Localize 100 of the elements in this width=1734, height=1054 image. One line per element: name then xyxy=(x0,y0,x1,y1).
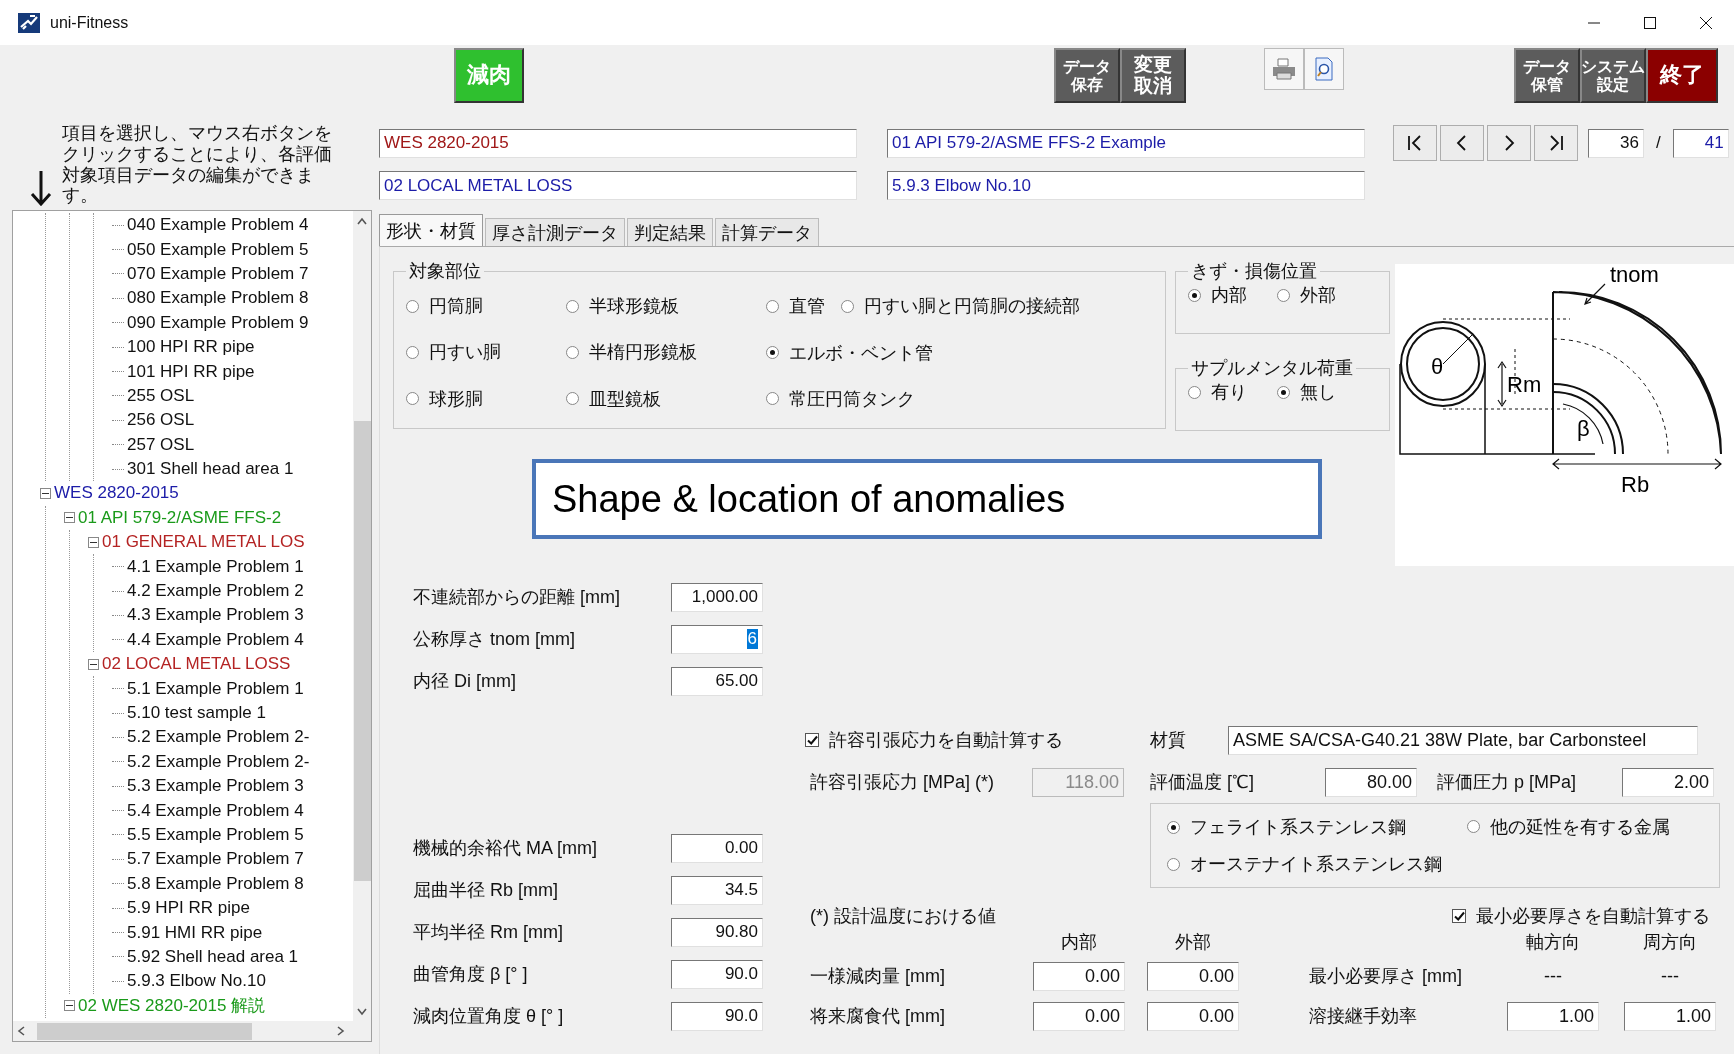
scrollbar-thumb[interactable] xyxy=(37,1022,252,1040)
tree-item[interactable]: 080 Example Problem 8 xyxy=(127,288,309,309)
print-button[interactable] xyxy=(1264,48,1304,90)
input-field[interactable]: 0.00 xyxy=(1147,961,1239,991)
tree-item[interactable]: 01 API 579-2/ASME FFS-2 xyxy=(78,507,282,528)
tree-item[interactable]: 5.91 HMI RR pipe xyxy=(127,922,263,943)
vertical-scrollbar[interactable] xyxy=(353,211,371,1021)
checkbox[interactable] xyxy=(1452,909,1466,923)
undo-button[interactable]: 変更 取消 xyxy=(1120,48,1186,103)
record-field[interactable]: 36 xyxy=(1588,128,1644,158)
tree-item[interactable]: 5.92 Shell head area 1 xyxy=(127,946,299,967)
input-field[interactable]: 1.00 xyxy=(1624,1001,1716,1031)
tree-item[interactable]: 5.2 Example Problem 2- xyxy=(127,751,310,772)
category-field[interactable]: 02 LOCAL METAL LOSS xyxy=(379,171,857,200)
input-field[interactable]: 90.0 xyxy=(671,959,763,989)
input-field[interactable]: 1.00 xyxy=(1507,1001,1599,1031)
tree-item[interactable]: 070 Example Problem 7 xyxy=(127,263,309,284)
tab[interactable]: 形状・材質 xyxy=(379,214,483,246)
scrollbar-thumb[interactable] xyxy=(353,421,371,881)
total-field[interactable]: 41 xyxy=(1672,128,1729,158)
radio-button[interactable] xyxy=(1188,385,1201,399)
radio-button[interactable] xyxy=(766,346,779,360)
nav-button[interactable] xyxy=(1487,125,1531,161)
close-icon[interactable] xyxy=(1699,15,1713,30)
input-field[interactable]: 0.00 xyxy=(1033,1001,1125,1031)
standard-field[interactable]: WES 2820-2015 xyxy=(379,128,857,158)
tree-item[interactable]: 5.7 Example Problem 7 xyxy=(127,849,304,870)
tree-item[interactable]: 02 WES 2820-2015 解説 xyxy=(78,994,266,1018)
radio-button[interactable] xyxy=(566,345,579,359)
radio-button[interactable] xyxy=(766,392,779,406)
collapse-toggle[interactable] xyxy=(88,536,99,548)
tree-item[interactable]: 4.3 Example Problem 3 xyxy=(127,605,304,626)
input-field[interactable]: 90.0 xyxy=(671,1001,763,1031)
input-field[interactable]: 0.00 xyxy=(1033,961,1125,991)
tree-item[interactable]: 257 OSL xyxy=(127,434,195,455)
case-field[interactable]: 5.9.3 Elbow No.10 xyxy=(887,171,1365,200)
tree-item[interactable]: 5.10 test sample 1 xyxy=(127,703,266,723)
tree-item[interactable]: 301 Shell head area 1 xyxy=(127,459,294,480)
toolbar-button[interactable]: 終了 xyxy=(1646,48,1718,103)
tree-item[interactable]: 4.2 Example Problem 2 xyxy=(127,581,304,602)
tree-item[interactable]: 5.3 Example Problem 3 xyxy=(127,776,304,797)
checkbox[interactable] xyxy=(805,733,819,747)
tree-item[interactable]: 4.4 Example Problem 4 xyxy=(127,629,304,650)
input-field[interactable]: 0.00 xyxy=(1147,1001,1239,1031)
example-set-field[interactable]: 01 API 579-2/ASME FFS-2 Example xyxy=(887,128,1365,158)
radio-button[interactable] xyxy=(406,299,419,313)
nav-button[interactable] xyxy=(1534,125,1578,161)
input-field[interactable]: 65.00 xyxy=(671,666,763,696)
tree-item[interactable]: 255 OSL xyxy=(127,385,195,406)
tree-item[interactable]: 5.1 Example Problem 1 xyxy=(127,678,304,699)
tree-item[interactable]: 5.5 Example Problem 5 xyxy=(127,824,304,845)
tree-item[interactable]: 5.2 Example Problem 2- xyxy=(127,727,310,748)
toolbar-button[interactable]: システム 設定 xyxy=(1580,48,1646,103)
tree-item[interactable]: 050 Example Problem 5 xyxy=(127,239,309,260)
toolbar-button[interactable]: データ 保管 xyxy=(1514,48,1580,103)
collapse-toggle[interactable] xyxy=(88,658,99,670)
radio-button[interactable] xyxy=(566,392,579,406)
radio-button[interactable] xyxy=(1467,820,1480,834)
radio-button[interactable] xyxy=(406,392,419,406)
input-field[interactable]: 80.00 xyxy=(1325,767,1417,797)
tree-item[interactable]: 5.9 HPI RR pipe xyxy=(127,898,250,919)
input-field[interactable]: 0.00 xyxy=(671,833,763,863)
save-button[interactable]: データ 保存 xyxy=(1054,48,1120,103)
tree-item[interactable]: 040 Example Problem 4 xyxy=(127,215,309,236)
radio-button[interactable] xyxy=(1188,288,1201,302)
material-field[interactable]: ASME SA/CSA-G40.21 38W Plate, bar Carbonsteel xyxy=(1228,725,1698,755)
input-field[interactable]: 1,000.00 xyxy=(671,582,763,612)
tree-item[interactable]: 5.4 Example Problem 4 xyxy=(127,800,304,821)
tree-item[interactable]: 4.1 Example Problem 1 xyxy=(127,556,304,577)
tab[interactable]: 厚さ計測データ xyxy=(485,218,625,246)
radio-button[interactable] xyxy=(766,299,779,313)
tree-item[interactable]: 5.8 Example Problem 8 xyxy=(127,873,304,894)
tree-item[interactable]: 100 HPI RR pipe xyxy=(127,337,255,358)
nav-button[interactable] xyxy=(1393,125,1437,161)
tab[interactable]: 判定結果 xyxy=(627,218,713,246)
preview-button[interactable] xyxy=(1304,48,1344,90)
radio-button[interactable] xyxy=(1167,857,1180,871)
input-field[interactable]: 2.00 xyxy=(1622,767,1714,797)
radio-button[interactable] xyxy=(1277,385,1290,399)
radio-button[interactable] xyxy=(1277,288,1290,302)
input-field[interactable]: 34.5 xyxy=(671,875,763,905)
tree-item[interactable]: 090 Example Problem 9 xyxy=(127,312,309,333)
collapse-toggle[interactable] xyxy=(64,512,75,524)
radio-button[interactable] xyxy=(1167,820,1180,834)
radio-button[interactable] xyxy=(841,299,854,313)
input-field[interactable]: 6 xyxy=(671,624,763,654)
maximize-icon[interactable] xyxy=(1643,15,1657,30)
radio-button[interactable] xyxy=(566,299,579,313)
tree-item[interactable]: 101 HPI RR pipe xyxy=(127,361,255,382)
tree-item[interactable]: 256 OSL xyxy=(127,410,195,431)
tree-item[interactable]: 01 GENERAL METAL LOS xyxy=(102,532,305,553)
horizontal-scrollbar[interactable] xyxy=(13,1021,371,1041)
radio-button[interactable] xyxy=(406,345,419,359)
nav-button[interactable] xyxy=(1440,125,1484,161)
collapse-toggle[interactable] xyxy=(64,1000,75,1012)
input-field[interactable]: 90.80 xyxy=(671,917,763,947)
tree-item[interactable]: 02 LOCAL METAL LOSS xyxy=(102,654,291,675)
tree-item[interactable]: 5.9.3 Elbow No.10 xyxy=(127,971,266,992)
tab[interactable]: 計算データ xyxy=(715,218,819,246)
tree-item[interactable]: WES 2820-2015 xyxy=(54,483,179,504)
